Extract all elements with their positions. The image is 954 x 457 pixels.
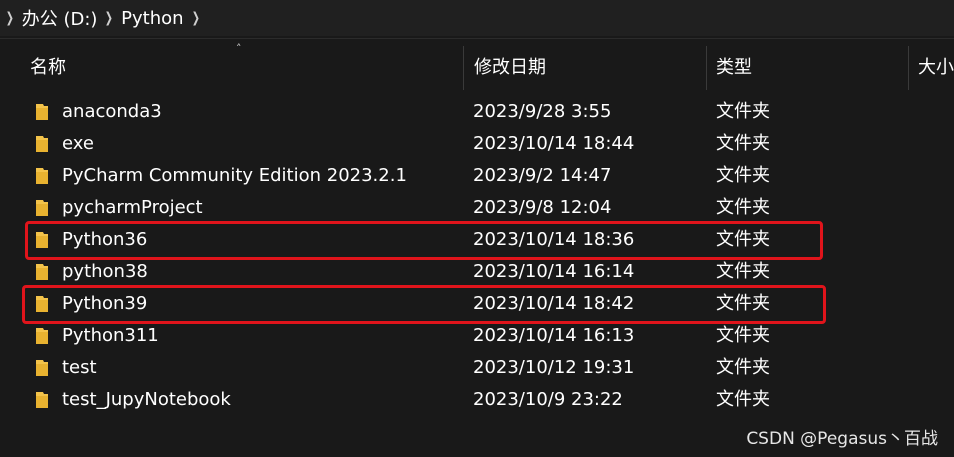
chevron-right-icon[interactable]: ❯ (6, 10, 14, 26)
file-row[interactable]: python38 2023/10/14 16:14 文件夹 (0, 256, 954, 288)
folder-icon (36, 360, 48, 376)
breadcrumb-item-drive[interactable]: 办公 (D:) (16, 5, 104, 31)
file-row[interactable]: exe 2023/10/14 18:44 文件夹 (0, 128, 954, 160)
file-explorer-window: ❯ 办公 (D:) ❯ Python ❯ ˄ 名称 修改日期 类型 大小 ana… (0, 0, 954, 457)
file-name: Python36 (62, 229, 148, 250)
folder-icon (36, 200, 48, 216)
file-type: 文件夹 (716, 325, 770, 346)
file-modified: 2023/10/14 16:14 (473, 261, 635, 282)
file-name: PyCharm Community Edition 2023.2.1 (62, 165, 407, 186)
column-divider[interactable] (706, 46, 707, 90)
file-row[interactable]: test 2023/10/12 19:31 文件夹 (0, 352, 954, 384)
file-type: 文件夹 (716, 229, 770, 250)
folder-icon (36, 104, 48, 120)
file-row[interactable]: pycharmProject 2023/9/8 12:04 文件夹 (0, 192, 954, 224)
column-header-name[interactable]: 名称 (22, 46, 462, 90)
file-type: 文件夹 (716, 357, 770, 378)
column-header-modified[interactable]: 修改日期 (466, 46, 706, 90)
file-row[interactable]: Python311 2023/10/14 16:13 文件夹 (0, 320, 954, 352)
file-name: test_JupyNotebook (62, 389, 231, 410)
file-row[interactable]: PyCharm Community Edition 2023.2.1 2023/… (0, 160, 954, 192)
column-divider[interactable] (908, 46, 909, 90)
divider (0, 38, 954, 39)
file-name: exe (62, 133, 94, 154)
column-header: ˄ 名称 修改日期 类型 大小 (0, 42, 954, 90)
file-name: pycharmProject (62, 197, 203, 218)
column-header-size[interactable]: 大小 (910, 46, 954, 90)
folder-icon (36, 168, 48, 184)
column-divider[interactable] (463, 46, 464, 90)
file-type: 文件夹 (716, 293, 770, 314)
file-row[interactable]: anaconda3 2023/9/28 3:55 文件夹 (0, 96, 954, 128)
file-modified: 2023/9/8 12:04 (473, 197, 612, 218)
folder-icon (36, 264, 48, 280)
file-modified: 2023/10/14 16:13 (473, 325, 635, 346)
file-type: 文件夹 (716, 101, 770, 122)
file-name: anaconda3 (62, 101, 162, 122)
file-type: 文件夹 (716, 389, 770, 410)
file-type: 文件夹 (716, 261, 770, 282)
file-type: 文件夹 (716, 133, 770, 154)
file-modified: 2023/10/9 23:22 (473, 389, 623, 410)
file-modified: 2023/9/28 3:55 (473, 101, 612, 122)
watermark: CSDN @Pegasus丶百战 (746, 429, 938, 449)
file-type: 文件夹 (716, 197, 770, 218)
file-modified: 2023/10/14 18:42 (473, 293, 635, 314)
file-row[interactable]: Python39 2023/10/14 18:42 文件夹 (0, 288, 954, 320)
file-modified: 2023/10/12 19:31 (473, 357, 635, 378)
column-header-type[interactable]: 类型 (708, 46, 908, 90)
file-row[interactable]: test_JupyNotebook 2023/10/9 23:22 文件夹 (0, 384, 954, 416)
folder-icon (36, 136, 48, 152)
chevron-right-icon[interactable]: ❯ (105, 10, 113, 26)
file-row[interactable]: Python36 2023/10/14 18:36 文件夹 (0, 224, 954, 256)
folder-icon (36, 232, 48, 248)
folder-icon (36, 296, 48, 312)
file-type: 文件夹 (716, 165, 770, 186)
folder-icon (36, 328, 48, 344)
file-modified: 2023/10/14 18:36 (473, 229, 635, 250)
file-name: test (62, 357, 97, 378)
file-name: Python311 (62, 325, 159, 346)
breadcrumb-item-python[interactable]: Python (115, 8, 189, 29)
folder-icon (36, 392, 48, 408)
file-modified: 2023/10/14 18:44 (473, 133, 635, 154)
file-name: python38 (62, 261, 148, 282)
breadcrumb: ❯ 办公 (D:) ❯ Python ❯ (0, 0, 954, 36)
chevron-right-icon[interactable]: ❯ (191, 10, 199, 26)
file-modified: 2023/9/2 14:47 (473, 165, 612, 186)
file-name: Python39 (62, 293, 148, 314)
